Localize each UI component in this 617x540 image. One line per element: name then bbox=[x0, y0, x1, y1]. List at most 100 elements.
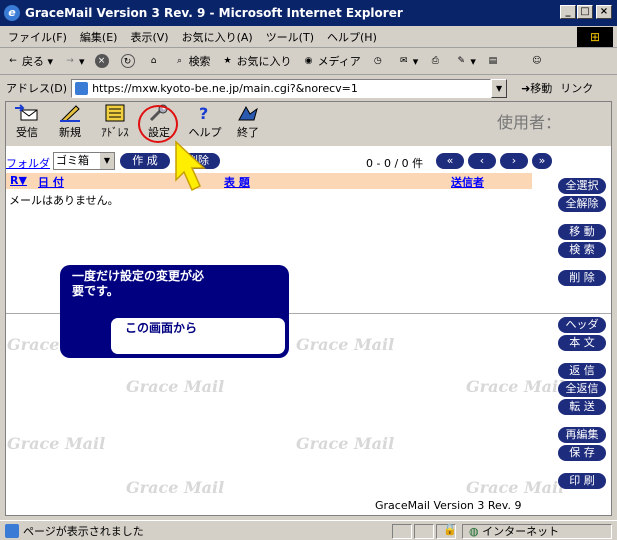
discuss-button[interactable]: ▤ bbox=[486, 54, 502, 68]
message-count: 0 - 0 / 0 件 bbox=[366, 157, 424, 170]
address-dropdown-icon[interactable]: ▼ bbox=[491, 78, 508, 98]
ie-icon: e bbox=[4, 5, 20, 21]
stop-button[interactable]: × bbox=[94, 54, 111, 68]
status-segment bbox=[414, 524, 434, 539]
forward-mail-button[interactable]: 転 送 bbox=[558, 399, 606, 415]
status-bar: ページが表示されました 🔒 ◍ インターネット bbox=[0, 520, 617, 540]
menu-edit[interactable]: 編集(E) bbox=[80, 29, 118, 45]
prev-page-button[interactable]: ‹ bbox=[468, 153, 496, 169]
edit-button[interactable]: ✎ ▾ bbox=[454, 54, 476, 68]
stop-icon: × bbox=[94, 54, 109, 68]
sort-sender-link[interactable]: 送信者 bbox=[451, 174, 484, 190]
create-folder-button[interactable]: 作 成 bbox=[120, 153, 170, 169]
move-button[interactable]: 移 動 bbox=[558, 224, 606, 240]
address-book-label: ｱﾄﾞﾚｽ bbox=[101, 126, 129, 139]
menu-bar: ファイル(F) 編集(E) 表示(V) お気に入り(A) ツール(T) ヘルプ(… bbox=[0, 26, 617, 48]
help-icon: ? bbox=[199, 104, 208, 122]
print-mail-button[interactable]: 印 刷 bbox=[558, 473, 606, 489]
favorites-button[interactable]: ★ お気に入り bbox=[221, 53, 292, 69]
windows-logo-icon: ⊞ bbox=[577, 27, 613, 47]
watermark: Grace Mail bbox=[126, 377, 225, 396]
page-status-icon bbox=[5, 523, 19, 538]
discuss-icon: ▤ bbox=[488, 56, 498, 66]
body-button[interactable]: 本 文 bbox=[558, 335, 606, 351]
media-label: メディア bbox=[317, 55, 361, 68]
window-title: GraceMail Version 3 Rev. 9 - Microsoft I… bbox=[25, 6, 403, 20]
home-button[interactable]: ⌂ bbox=[147, 54, 163, 68]
menu-view[interactable]: 表示(V) bbox=[130, 29, 168, 45]
new-button[interactable]: 新規 bbox=[53, 104, 87, 140]
media-icon: ◉ bbox=[304, 56, 313, 66]
forward-button[interactable]: → ▾ bbox=[63, 54, 84, 68]
address-input[interactable]: https://mxw.kyoto-be.ne.jp/main.cgi?&nor… bbox=[71, 78, 492, 98]
highlight-circle bbox=[138, 105, 178, 143]
status-text: ページが表示されました bbox=[23, 524, 144, 538]
address-bar: アドレス(D) https://mxw.kyoto-be.ne.jp/main.… bbox=[0, 76, 617, 100]
folder-select[interactable]: ゴミ箱 ▼ bbox=[53, 152, 115, 170]
header-button[interactable]: ヘッダ bbox=[558, 317, 606, 333]
sort-r-link[interactable]: R▼ bbox=[10, 174, 27, 187]
favorites-label: お気に入り bbox=[236, 55, 292, 68]
folder-link[interactable]: フォルダ bbox=[6, 155, 50, 171]
media-button[interactable]: ◉ メディア bbox=[302, 53, 361, 69]
watermark: Grace Mail bbox=[296, 335, 395, 354]
page-content: 受信 新規 ｱﾄﾞﾚｽ 設定 ? ヘルプ 終了 使用者： フォルダ ゴミ箱 ▼ bbox=[5, 101, 612, 516]
select-all-button[interactable]: 全選択 bbox=[558, 178, 606, 194]
help-label: ヘルプ bbox=[188, 126, 222, 139]
address-book-icon bbox=[105, 104, 125, 122]
menu-file[interactable]: ファイル(F) bbox=[8, 29, 67, 45]
watermark: Grace Mail bbox=[7, 434, 106, 453]
save-button[interactable]: 保 存 bbox=[558, 445, 606, 461]
pencil-icon bbox=[60, 105, 80, 122]
menu-favorites[interactable]: お気に入り(A) bbox=[182, 29, 253, 45]
security-zone: ◍ インターネット bbox=[462, 524, 612, 539]
next-page-button[interactable]: › bbox=[500, 153, 528, 169]
exit-button[interactable]: 終了 bbox=[231, 104, 265, 140]
receive-button[interactable]: 受信 bbox=[11, 104, 43, 140]
user-label: 使用者： bbox=[496, 113, 561, 132]
new-label: 新規 bbox=[59, 126, 81, 139]
links-button[interactable]: リンク bbox=[560, 80, 593, 96]
reply-button[interactable]: 返 信 bbox=[558, 363, 606, 379]
empty-message: メールはありません。 bbox=[9, 194, 119, 207]
back-button[interactable]: ← 戻る ▾ bbox=[6, 53, 53, 69]
history-button[interactable]: ◷ bbox=[371, 54, 387, 68]
reply-all-button[interactable]: 全返信 bbox=[558, 381, 606, 397]
print-icon: ⎙ bbox=[431, 56, 439, 66]
list-header: R▼ 日 付 表 題 送信者 bbox=[6, 173, 532, 189]
delete-button[interactable]: 削 除 bbox=[558, 270, 606, 286]
close-button[interactable]: × bbox=[596, 5, 612, 19]
favorites-icon: ★ bbox=[223, 56, 232, 66]
search-mail-button[interactable]: 検 索 bbox=[558, 242, 606, 258]
pointer-arrow-icon bbox=[175, 140, 206, 192]
help-button[interactable]: ? ヘルプ bbox=[188, 104, 222, 140]
mail-button[interactable]: ✉ ▾ bbox=[397, 54, 418, 68]
back-label: 戻る bbox=[22, 55, 44, 68]
refresh-button[interactable]: ↻ bbox=[120, 54, 137, 68]
address-label: アドレス(D) bbox=[6, 82, 68, 95]
history-icon: ◷ bbox=[373, 56, 382, 66]
search-button[interactable]: ⌕ 検索 bbox=[173, 53, 211, 69]
lock-icon: 🔒 bbox=[443, 523, 457, 536]
menu-help[interactable]: ヘルプ(H) bbox=[327, 29, 377, 45]
title-bar: e GraceMail Version 3 Rev. 9 - Microsoft… bbox=[0, 0, 617, 26]
minimize-button[interactable]: _ bbox=[560, 5, 576, 19]
first-page-button[interactable]: « bbox=[436, 153, 464, 169]
go-button[interactable]: ➜移動 bbox=[521, 80, 552, 96]
app-toolbar: 受信 新規 ｱﾄﾞﾚｽ 設定 ? ヘルプ 終了 使用者： bbox=[6, 102, 611, 146]
folder-select-value: ゴミ箱 bbox=[56, 154, 89, 167]
callout-text: 一度だけ設定の変更が必要です。 bbox=[72, 269, 205, 298]
list-controls: フォルダ ゴミ箱 ▼ 作 成 削除 0 - 0 / 0 件 « ‹ › » bbox=[6, 150, 611, 172]
maximize-button[interactable]: □ bbox=[577, 5, 593, 19]
sort-subject-link[interactable]: 表 題 bbox=[224, 174, 250, 190]
last-page-button[interactable]: » bbox=[532, 153, 552, 169]
deselect-all-button[interactable]: 全解除 bbox=[558, 196, 606, 212]
reedit-button[interactable]: 再編集 bbox=[558, 427, 606, 443]
callout-subtext: この画面から bbox=[125, 321, 198, 335]
address-book-button[interactable]: ｱﾄﾞﾚｽ bbox=[98, 104, 132, 140]
menu-tools[interactable]: ツール(T) bbox=[266, 29, 314, 45]
sort-date-link[interactable]: 日 付 bbox=[38, 174, 64, 190]
messenger-button[interactable]: ☺ bbox=[530, 54, 546, 68]
home-icon: ⌂ bbox=[150, 56, 157, 66]
print-button[interactable]: ⎙ bbox=[428, 54, 444, 68]
